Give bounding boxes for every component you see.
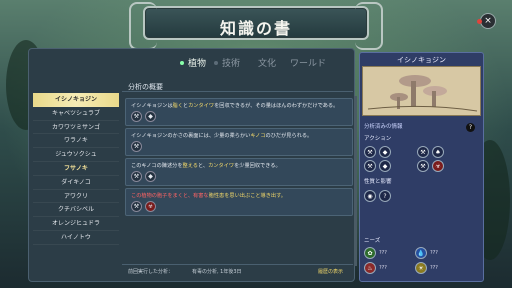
info-title: イシノキョジン (397, 56, 446, 64)
poison-icon: ☣ (432, 160, 444, 172)
traits-label: 性質と影響 (364, 179, 392, 185)
mushroom-illustration-icon (367, 75, 478, 112)
analysis-card[interactable]: イシノキョジンは脂くとカンタイワを回収できるが、その量はほんのわずかだけである。… (125, 98, 353, 126)
card-icons: ⚒ ◆ (131, 171, 156, 182)
history-link[interactable]: 履歴の表示 (318, 268, 343, 275)
card-icons: ⚒ ◆ (131, 111, 156, 122)
tab-technology[interactable]: 技術 (222, 56, 240, 69)
analysis-text: このキノコの陳述分を整えると、カンタイワを少量回収できる。 (131, 163, 281, 169)
water-icon: 💧 (414, 247, 427, 259)
soil-icon: ✿ (364, 247, 376, 259)
close-button[interactable]: × (477, 13, 496, 29)
page-title: 知識の書 (219, 19, 292, 38)
analysis-info-label: 分析済みの情報 (364, 124, 403, 130)
list-item[interactable]: ダイキノコ (33, 176, 119, 190)
card-icons: ⚒ ☣ (131, 201, 156, 212)
card-icons: ⚒ (131, 141, 142, 152)
tool-icon: ⚒ (131, 141, 142, 152)
tool-icon: ⚒ (131, 201, 142, 212)
list-item[interactable]: クチバシベル (33, 203, 119, 218)
notification-dot-icon (477, 19, 482, 24)
need-value: ??? (429, 250, 438, 256)
needs-row: ♨??? ☀??? (364, 262, 438, 274)
tab-dot-icon (214, 61, 218, 65)
plant-illustration (362, 66, 481, 116)
list-item[interactable]: アワクリ (33, 190, 119, 204)
tool-icon: ⚒ (364, 146, 376, 158)
tool-icon: ⚒ (417, 160, 429, 172)
unknown-trait-icon: ? (379, 190, 391, 202)
analysis-card[interactable]: イシノキョジンのかさの裏面には、少量の柔らかいキノコのひだが見られる。 ⚒ (125, 128, 353, 156)
need-value: ??? (379, 250, 387, 256)
list-item[interactable]: イシノキョジン (33, 93, 119, 107)
list-item[interactable]: ジュウソクシュ (33, 148, 119, 162)
tool-icon: ⚒ (417, 146, 429, 158)
needs-label: ニーズ (364, 238, 381, 244)
mineral-icon: ◆ (379, 146, 391, 158)
need-value: ??? (429, 265, 438, 271)
list-item[interactable]: ワラノキ (33, 134, 119, 149)
list-item[interactable]: キャベツシュラブ (33, 107, 119, 121)
mineral-icon: ◆ (145, 171, 156, 182)
tab-plants[interactable]: 植物 (188, 56, 206, 69)
analysis-header: 分析の概要 (122, 78, 353, 92)
tool-icon: ⚒ (131, 111, 142, 122)
analysis-card[interactable]: この植物の胞子をまくと、有害な胞性患を思い出ぶこと導き出す。 ⚒ ☣ (125, 188, 353, 216)
action-row: ⚒ ◆ ⚒ ☣ (364, 160, 444, 172)
analysis-text: イシノキョジンは脂くとカンタイワを回収できるが、その量はほんのわずかだけである。 (131, 103, 339, 109)
list-item[interactable]: カワワツミサンゴ (33, 121, 119, 135)
action-row: ⚒ ◆ ⚒ ♠ (364, 146, 444, 158)
mineral-icon: ◆ (145, 111, 156, 122)
list-item[interactable]: オレンジヒュドラ (33, 217, 119, 231)
list-item[interactable]: フサノキ (33, 162, 119, 176)
tab-world[interactable]: ワールド (290, 56, 326, 69)
mineral-icon: ◆ (379, 160, 391, 172)
help-button[interactable]: ? (466, 123, 475, 132)
analysis-text: この植物の胞子をまくと、有害な胞性患を思い出ぶこと導き出す。 (131, 193, 286, 199)
needs-row: ✿??? 💧??? (364, 247, 438, 259)
need-value: ??? (379, 265, 387, 271)
analysis-footer: 前回実行した分析： 有毒の分析, 1年後3日 履歴の表示 (122, 264, 353, 276)
list-item[interactable]: ハイノトウ (33, 231, 119, 245)
category-tabs: 植物 技術 文化 ワールド (28, 52, 355, 74)
tool-icon: ⚒ (131, 171, 142, 182)
analysis-card[interactable]: このキノコの陳述分を整えると、カンタイワを少量回収できる。 ⚒ ◆ (125, 158, 353, 186)
light-icon: ☀ (414, 262, 427, 274)
scrollbar[interactable] (354, 96, 357, 266)
eye-icon: ◉ (364, 190, 376, 202)
tool-icon: ⚒ (364, 160, 376, 172)
traits-row: ◉? (364, 190, 391, 202)
last-analysis-value: 有毒の分析, 1年後3日 (192, 269, 242, 275)
tab-culture[interactable]: 文化 (258, 56, 276, 69)
close-icon: × (484, 16, 492, 26)
heat-icon: ♨ (364, 262, 376, 274)
plant-list: イシノキョジン キャベツシュラブ カワワツミサンゴ ワラノキ ジュウソクシュ フ… (33, 93, 119, 245)
actions-label: アクション (364, 136, 392, 142)
analysis-text: イシノキョジンのかさの裏面には、少量の柔らかいキノコのひだが見られる。 (131, 133, 313, 139)
poison-icon: ☣ (145, 201, 156, 212)
mushroom-icon: ♠ (432, 146, 444, 158)
last-analysis-label: 前回実行した分析： (128, 269, 174, 275)
title-banner: 知識の書 (129, 2, 383, 50)
tab-active-dot-icon (180, 61, 184, 65)
analysis-detail: 分析の概要 イシノキョジンは脂くとカンタイワを回収できるが、その量はほんのわずか… (122, 78, 353, 278)
